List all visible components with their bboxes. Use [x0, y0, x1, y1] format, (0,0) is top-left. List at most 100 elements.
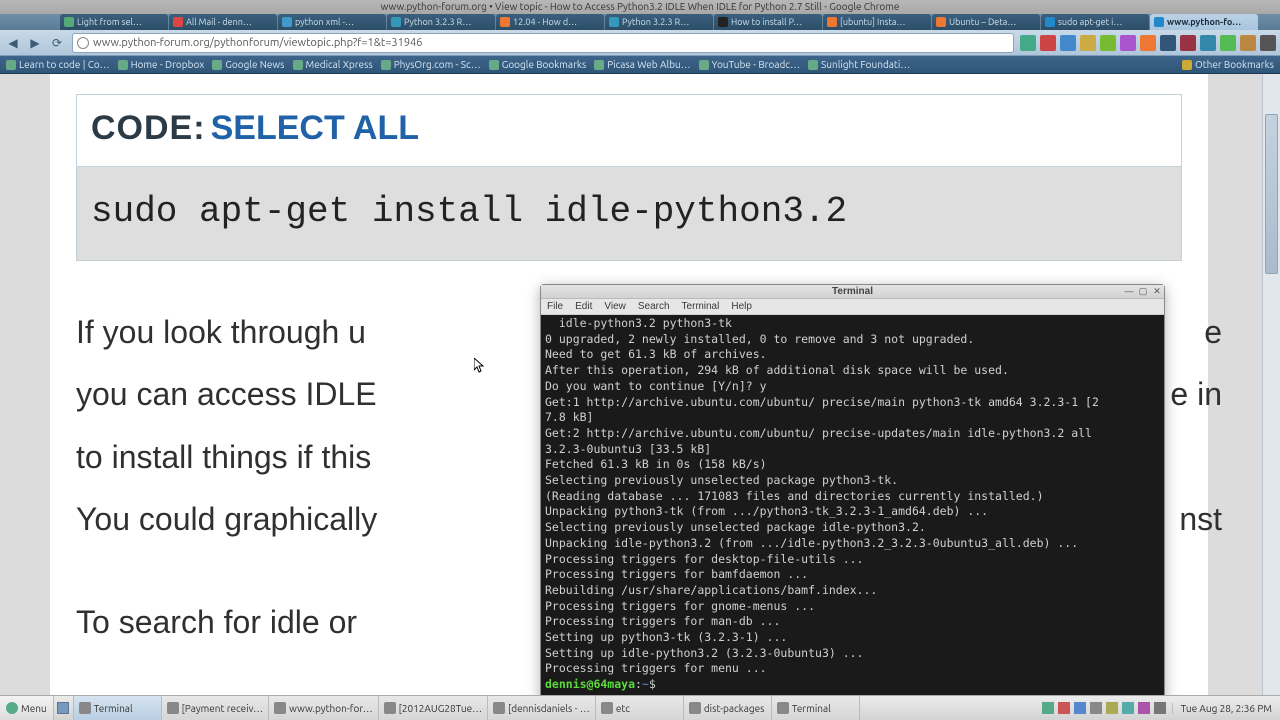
folder-icon	[1182, 60, 1192, 70]
ext-icon[interactable]	[1200, 35, 1216, 51]
start-menu-button[interactable]: Menu	[0, 696, 54, 720]
browser-tab[interactable]: Python 3.2.3 R…	[387, 14, 495, 30]
reload-button[interactable]: ⟳	[48, 34, 66, 52]
bookmark-item[interactable]: Medical Xpress	[293, 59, 373, 70]
bookmark-item[interactable]: Google Bookmarks	[489, 59, 587, 70]
terminal-menu-item[interactable]: Terminal	[682, 301, 720, 312]
address-bar[interactable]: www.python-forum.org/pythonforum/viewtop…	[72, 33, 1014, 53]
taskbar-task[interactable]: etc	[596, 696, 684, 720]
bookmark-item[interactable]: Learn to code | Co…	[6, 59, 110, 70]
ext-icon[interactable]	[1040, 35, 1056, 51]
browser-tab[interactable]: 12.04 - How d…	[496, 14, 604, 30]
minimize-button[interactable]: —	[1124, 286, 1134, 296]
bookmark-item[interactable]: PhysOrg.com - Sc…	[381, 59, 481, 70]
tray-icon[interactable]	[1154, 702, 1166, 714]
menu-icon	[6, 702, 18, 714]
site-icon	[77, 37, 89, 49]
ext-icon[interactable]	[1240, 35, 1256, 51]
close-button[interactable]: ✕	[1152, 286, 1162, 296]
bookmark-icon	[6, 60, 16, 70]
favicon	[1154, 17, 1164, 27]
browser-tab[interactable]: sudo apt-get i…	[1041, 14, 1149, 30]
bookmark-icon	[699, 60, 709, 70]
favicon	[609, 17, 619, 27]
taskbar-task[interactable]: [2012AUG28Tue…	[379, 696, 488, 720]
ext-icon[interactable]	[1180, 35, 1196, 51]
browser-tabstrip: Light from sel…All Mail - denn…python xm…	[0, 14, 1280, 30]
browser-tab[interactable]: python xml -…	[278, 14, 386, 30]
terminal-titlebar[interactable]: Terminal — ▢ ✕	[541, 285, 1164, 299]
task-icon	[384, 702, 396, 714]
maximize-button[interactable]: ▢	[1138, 286, 1148, 296]
task-icon	[79, 702, 91, 714]
terminal-output[interactable]: idle-python3.2 python3-tk 0 upgraded, 2 …	[541, 315, 1164, 703]
ext-icon[interactable]	[1220, 35, 1236, 51]
ext-icon[interactable]	[1120, 35, 1136, 51]
system-tray	[1036, 702, 1172, 714]
ext-icon[interactable]	[1100, 35, 1116, 51]
terminal-menu-item[interactable]: View	[604, 301, 626, 312]
terminal-window[interactable]: Terminal — ▢ ✕ File Edit View Search Termina…	[540, 284, 1165, 704]
browser-tab[interactable]: How to install P…	[714, 14, 822, 30]
ext-icon[interactable]	[1080, 35, 1096, 51]
bookmark-icon	[381, 60, 391, 70]
tray-icon[interactable]	[1090, 702, 1102, 714]
favicon	[500, 17, 510, 27]
favicon	[64, 17, 74, 27]
terminal-menu-item[interactable]: Search	[638, 301, 670, 312]
terminal-menu-item[interactable]: File	[547, 301, 563, 312]
ext-icon[interactable]	[1160, 35, 1176, 51]
favicon	[173, 17, 183, 27]
favicon	[827, 17, 837, 27]
favicon	[282, 17, 292, 27]
ext-icon[interactable]	[1140, 35, 1156, 51]
bookmark-item[interactable]: YouTube - Broadc…	[699, 59, 800, 70]
tray-icon[interactable]	[1138, 702, 1150, 714]
code-content[interactable]: sudo apt-get install idle-python3.2	[77, 167, 1181, 260]
forward-button[interactable]: ▶	[26, 34, 44, 52]
select-all-link[interactable]: SELECT ALL	[211, 109, 419, 147]
show-desktop-button[interactable]	[54, 696, 74, 720]
tray-icon[interactable]	[1122, 702, 1134, 714]
taskbar: Menu Terminal[Payment receiv…www.python-…	[0, 695, 1280, 720]
bookmark-icon	[118, 60, 128, 70]
favicon	[391, 17, 401, 27]
scrollbar-thumb[interactable]	[1265, 114, 1278, 274]
tray-icon[interactable]	[1042, 702, 1054, 714]
task-icon	[601, 702, 613, 714]
browser-tab[interactable]: www.python-fo…	[1150, 14, 1258, 30]
bookmark-item[interactable]: Sunlight Foundati…	[808, 59, 910, 70]
task-icon	[689, 702, 701, 714]
bookmark-icon	[808, 60, 818, 70]
browser-tab[interactable]: Python 3.2.3 R…	[605, 14, 713, 30]
back-button[interactable]: ◀	[4, 34, 22, 52]
bookmark-icon	[489, 60, 499, 70]
taskbar-task[interactable]: dist-packages	[684, 696, 772, 720]
browser-toolbar: ◀ ▶ ⟳ www.python-forum.org/pythonforum/v…	[0, 30, 1280, 56]
taskbar-task[interactable]: Terminal	[74, 696, 162, 720]
bookmark-item[interactable]: Picasa Web Albu…	[594, 59, 690, 70]
tray-icon[interactable]	[1058, 702, 1070, 714]
browser-tab[interactable]: Ubuntu – Deta…	[932, 14, 1040, 30]
browser-tab[interactable]: Light from sel…	[60, 14, 168, 30]
terminal-menu-item[interactable]: Help	[731, 301, 752, 312]
taskbar-task[interactable]: www.python-for…	[269, 696, 379, 720]
tray-icon[interactable]	[1106, 702, 1118, 714]
ext-icon[interactable]	[1020, 35, 1036, 51]
browser-tab[interactable]: [ubuntu] Insta…	[823, 14, 931, 30]
bookmark-item[interactable]: Google News	[212, 59, 284, 70]
ext-icon[interactable]	[1060, 35, 1076, 51]
favicon	[718, 17, 728, 27]
browser-tab[interactable]: All Mail - denn…	[169, 14, 277, 30]
bookmark-icon	[594, 60, 604, 70]
other-bookmarks[interactable]: Other Bookmarks	[1182, 59, 1274, 70]
bookmark-item[interactable]: Home - Dropbox	[118, 59, 205, 70]
wrench-icon[interactable]	[1260, 35, 1276, 51]
taskbar-task[interactable]: [Payment receiv…	[162, 696, 270, 720]
taskbar-clock[interactable]: Tue Aug 28, 2:36 PM	[1172, 703, 1280, 714]
terminal-menu-item[interactable]: Edit	[575, 301, 592, 312]
taskbar-task[interactable]: [dennisdaniels - …	[488, 696, 596, 720]
tray-icon[interactable]	[1074, 702, 1086, 714]
taskbar-task[interactable]: Terminal	[772, 696, 860, 720]
vertical-scrollbar[interactable]	[1262, 74, 1280, 695]
